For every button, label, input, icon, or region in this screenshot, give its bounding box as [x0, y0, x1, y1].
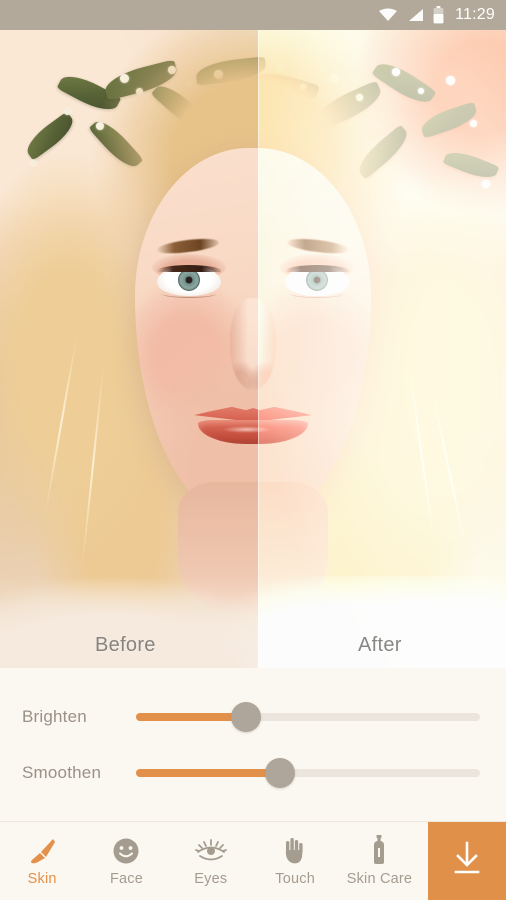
before-half[interactable]: [0, 30, 258, 668]
smoothen-slider-thumb[interactable]: [265, 757, 296, 788]
before-after-photo-viewport[interactable]: Before After: [0, 30, 506, 668]
slider-row-smoothen: Smoothen: [22, 757, 506, 788]
eye-icon: [194, 835, 228, 865]
smoothen-label: Smoothen: [22, 762, 102, 782]
smoothen-slider-track[interactable]: [136, 757, 480, 788]
tab-face[interactable]: Face: [84, 822, 168, 900]
photo-editor-app: 11:29 Before After Brighten Smoothen Ski…: [0, 0, 506, 900]
after-label: After: [358, 634, 402, 656]
tab-eyes[interactable]: Eyes: [169, 822, 253, 900]
slider-row-brighten: Brighten: [22, 701, 506, 732]
tab-skin-care-label: Skin Care: [346, 871, 413, 887]
before-after-divider[interactable]: [258, 30, 260, 668]
hand-touch-icon: [283, 835, 307, 865]
brighten-slider-thumb[interactable]: [231, 701, 262, 732]
tab-touch-label: Touch: [275, 871, 315, 887]
nose: [230, 298, 258, 390]
tab-touch[interactable]: Touch: [253, 822, 337, 900]
brighten-slider-track[interactable]: [136, 701, 480, 732]
eyebrow-left: [156, 236, 220, 256]
save-button[interactable]: [428, 822, 506, 900]
tab-face-label: Face: [109, 871, 144, 887]
tab-skin-care[interactable]: Skin Care: [337, 822, 421, 900]
status-bar-clock: 11:29: [455, 6, 495, 23]
photo-scene-before: [0, 30, 258, 668]
smoothen-slider-fill: [136, 768, 281, 777]
before-label: Before: [95, 634, 156, 656]
cellular-signal-icon: [407, 7, 424, 23]
photo-scene-after: [258, 30, 506, 668]
smiley-face-icon: [112, 835, 140, 865]
after-half[interactable]: [258, 30, 506, 668]
status-bar: 11:29: [0, 0, 506, 30]
brighten-label: Brighten: [22, 706, 87, 726]
brighten-slider-fill: [136, 712, 247, 721]
tab-eyes-label: Eyes: [194, 871, 228, 887]
wifi-icon: [378, 7, 398, 23]
adjustment-panel: Brighten Smoothen: [0, 668, 506, 822]
battery-icon: [433, 6, 444, 24]
bottle-icon: [369, 835, 389, 865]
lips: [194, 404, 258, 444]
download-icon: [448, 839, 486, 884]
eye-left: [157, 265, 221, 298]
tab-skin[interactable]: Skin: [0, 822, 84, 900]
brush-icon: [27, 835, 57, 865]
bottom-toolbar: Skin Face Eyes Touch Skin Care: [0, 822, 506, 900]
tab-skin-label: Skin: [27, 871, 57, 887]
